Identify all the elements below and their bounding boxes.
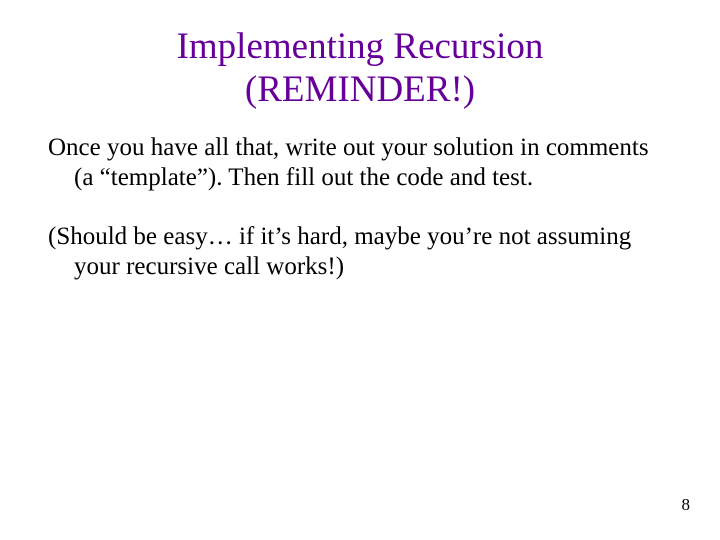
slide-title: Implementing Recursion (REMINDER!) [0, 0, 720, 111]
slide: Implementing Recursion (REMINDER!) Once … [0, 0, 720, 540]
body-paragraph-2: (Should be easy… if it’s hard, maybe you… [48, 222, 672, 281]
title-line-2: (REMINDER!) [245, 69, 475, 110]
slide-body: Once you have all that, write out your s… [0, 111, 720, 281]
body-paragraph-1: Once you have all that, write out your s… [48, 133, 672, 192]
page-number: 8 [682, 495, 691, 515]
title-line-1: Implementing Recursion [177, 26, 544, 67]
